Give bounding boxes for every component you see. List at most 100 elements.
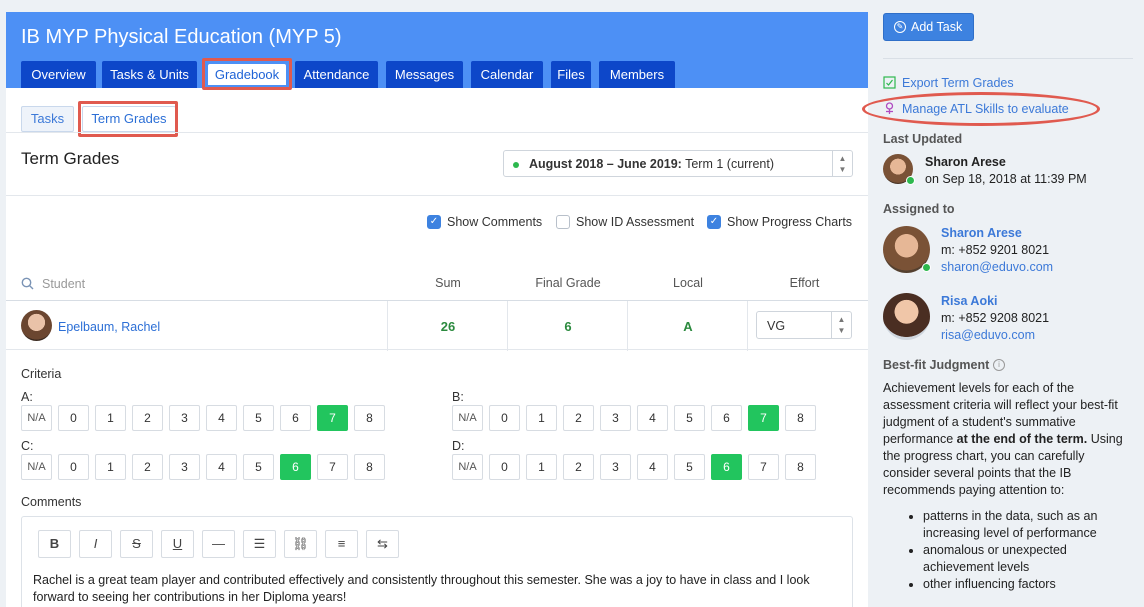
search-icon (21, 277, 34, 290)
grade-button[interactable]: 7 (748, 454, 779, 480)
tab-overview[interactable]: Overview (21, 61, 96, 88)
comment-editor[interactable]: B I S U — ☰ ⛓ ≡ ⇆ Rachel is a great team player … (21, 516, 853, 607)
criterion-b-label: B: (452, 390, 464, 404)
grade-button[interactable]: 5 (674, 454, 705, 480)
gradebook-highlight (202, 58, 292, 90)
grade-button[interactable]: 6 (280, 454, 311, 480)
list-item: other influencing factors (923, 576, 1133, 593)
strikethrough-icon[interactable]: S (120, 530, 153, 558)
grade-button[interactable]: 1 (526, 405, 557, 431)
tab-calendar[interactable]: Calendar (471, 61, 543, 88)
swap-icon[interactable]: ⇆ (366, 530, 399, 558)
best-fit-label: Best-fit Judgment (883, 358, 990, 372)
tab-attendance[interactable]: Attendance (295, 61, 378, 88)
tab-messages[interactable]: Messages (386, 61, 463, 88)
comment-text[interactable]: Rachel is a great team player and contri… (33, 572, 833, 606)
show-comments-checkbox[interactable]: ✓ (427, 215, 441, 229)
grade-button[interactable]: 4 (206, 405, 237, 431)
student-name-link[interactable]: Epelbaum, Rachel (58, 320, 160, 334)
info-icon[interactable]: i (993, 359, 1005, 371)
criteria-label: Criteria (21, 367, 62, 381)
underline-icon[interactable]: U (161, 530, 194, 558)
add-task-button[interactable]: ✎ Add Task (883, 13, 974, 41)
atl-highlight (862, 92, 1100, 126)
grade-button[interactable]: 2 (132, 405, 163, 431)
grade-button[interactable]: 4 (637, 454, 668, 480)
grade-button[interactable]: 6 (711, 454, 742, 480)
list-item: anomalous or unexpected achievement leve… (923, 542, 1133, 576)
grade-button[interactable]: 3 (169, 454, 200, 480)
tab-members[interactable]: Members (599, 61, 675, 88)
grade-button[interactable]: 1 (95, 454, 126, 480)
course-header: IB MYP Physical Education (MYP 5) Overvi… (6, 12, 868, 88)
grade-button[interactable]: 0 (489, 405, 520, 431)
comments-label: Comments (21, 495, 82, 509)
best-fit-text: Achievement levels for each of the asses… (883, 381, 1123, 497)
grade-button[interactable]: 7 (748, 405, 779, 431)
link-icon[interactable]: ⛓ (284, 530, 317, 558)
criterion-c-label: C: (21, 439, 34, 453)
grade-button[interactable]: 8 (354, 454, 385, 480)
grade-button[interactable]: N/A (452, 405, 483, 431)
horizontal-rule-icon[interactable]: — (202, 530, 235, 558)
grade-button[interactable]: 3 (169, 405, 200, 431)
online-status-dot (906, 176, 915, 185)
grade-button[interactable]: 1 (526, 454, 557, 480)
grade-button[interactable]: 3 (600, 405, 631, 431)
student-search-input[interactable]: Student (42, 277, 85, 291)
assignee-email-link[interactable]: sharon@eduvo.com (941, 260, 1053, 274)
effort-select[interactable]: VG ▲ ▼ (756, 311, 852, 339)
show-id-assessment-label: Show ID Assessment (576, 215, 695, 229)
grade-button[interactable]: 4 (206, 454, 237, 480)
main-panel: IB MYP Physical Education (MYP 5) Overvi… (6, 12, 868, 607)
grade-button[interactable]: 3 (600, 454, 631, 480)
pencil-icon: ✎ (894, 21, 906, 33)
assignee-name-link[interactable]: Risa Aoki (941, 294, 998, 308)
assignee-email-link[interactable]: risa@eduvo.com (941, 328, 1035, 342)
grade-button[interactable]: 6 (711, 405, 742, 431)
assignee-name-link[interactable]: Sharon Arese (941, 226, 1022, 240)
select-arrows-icon: ▲ ▼ (831, 312, 851, 338)
final-grade-value: 6 (564, 319, 572, 334)
subtab-tasks[interactable]: Tasks (21, 106, 74, 132)
grade-button[interactable]: N/A (452, 454, 483, 480)
grade-button[interactable]: 0 (58, 454, 89, 480)
grade-button[interactable]: 5 (674, 405, 705, 431)
grade-button[interactable]: 1 (95, 405, 126, 431)
current-term-dot (513, 162, 519, 168)
grade-button[interactable]: 2 (563, 454, 594, 480)
grade-button[interactable]: 7 (317, 454, 348, 480)
align-icon[interactable]: ≡ (325, 530, 358, 558)
grade-button[interactable]: 0 (489, 454, 520, 480)
term-select[interactable]: August 2018 – June 2019: Term 1 (current… (503, 150, 853, 177)
select-arrows-icon: ▲ ▼ (832, 151, 852, 176)
grade-button[interactable]: N/A (21, 405, 52, 431)
italic-icon[interactable]: I (79, 530, 112, 558)
show-progress-charts-checkbox[interactable]: ✓ (707, 215, 721, 229)
bullet-list-icon[interactable]: ☰ (243, 530, 276, 558)
grade-button[interactable]: 2 (132, 454, 163, 480)
grade-button[interactable]: 8 (785, 454, 816, 480)
grade-button[interactable]: 4 (637, 405, 668, 431)
grade-button[interactable]: 6 (280, 405, 311, 431)
sum-value: 26 (440, 319, 456, 334)
grade-button[interactable]: 0 (58, 405, 89, 431)
grade-button[interactable]: 2 (563, 405, 594, 431)
grade-button[interactable]: 5 (243, 405, 274, 431)
grade-button[interactable]: 8 (785, 405, 816, 431)
show-id-assessment-checkbox[interactable] (556, 215, 570, 229)
grade-button[interactable]: 7 (317, 405, 348, 431)
spreadsheet-icon (883, 76, 896, 89)
last-updated-name: Sharon Arese (925, 155, 1006, 169)
assigned-to-label: Assigned to (883, 202, 955, 216)
list-item: patterns in the data, such as an increas… (923, 508, 1133, 542)
tab-files[interactable]: Files (551, 61, 591, 88)
grade-button[interactable]: N/A (21, 454, 52, 480)
grade-button[interactable]: 5 (243, 454, 274, 480)
local-value: A (683, 319, 693, 334)
tab-tasks-units[interactable]: Tasks & Units (102, 61, 197, 88)
grade-button[interactable]: 8 (354, 405, 385, 431)
export-term-grades-link[interactable]: Export Term Grades (902, 76, 1014, 90)
table-row: Epelbaum, Rachel 26 6 A VG ▲ ▼ (6, 300, 868, 351)
bold-icon[interactable]: B (38, 530, 71, 558)
